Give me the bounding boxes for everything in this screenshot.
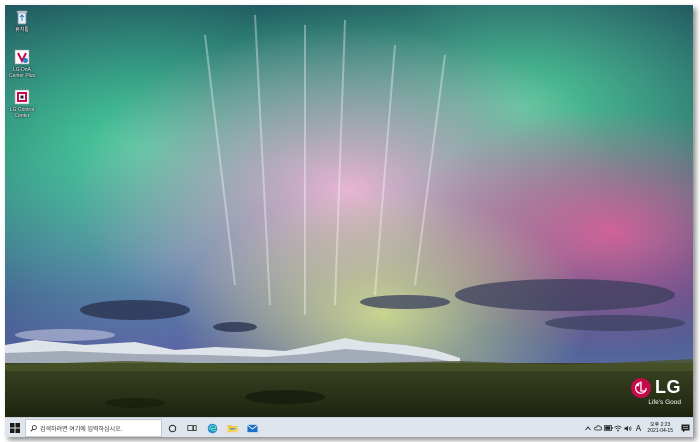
lg-tagline: Life's Good — [648, 399, 681, 406]
search-placeholder: 검색하려면 여기에 입력하십시오. — [40, 426, 123, 433]
desktop-icon-lg-control-center[interactable]: LG Control Center — [7, 89, 37, 119]
edge-button[interactable] — [202, 418, 222, 437]
search-icon — [30, 424, 37, 432]
desktop-icon-lg-dna-center-plus[interactable]: LG DnA Center Plus — [7, 49, 37, 79]
tray-battery-button[interactable] — [603, 421, 613, 435]
tray-network-button[interactable] — [613, 421, 623, 435]
desktop-icon-label: LG DnA Center Plus — [8, 67, 36, 79]
taskbar-clock[interactable]: 오후 2:23 2021-04-15 — [647, 422, 673, 434]
battery-icon — [604, 425, 613, 431]
speaker-icon — [624, 425, 632, 431]
desktop[interactable]: 휴지통 LG DnA Center Plus LG Control Center — [5, 5, 693, 417]
desktop-icon-label: LG Control Center — [9, 107, 35, 119]
clock-date: 2021-04-15 — [647, 428, 673, 434]
tray-overflow-button[interactable] — [583, 421, 593, 435]
system-tray: A 오후 2:23 2021-04-15 — [583, 418, 693, 437]
tray-volume-button[interactable] — [623, 421, 633, 435]
wifi-icon — [614, 425, 623, 431]
file-explorer-icon — [226, 425, 238, 433]
taskbar-search-box[interactable]: 검색하려면 여기에 입력하십시오. — [25, 419, 162, 437]
lg-logo-text: LG — [655, 377, 681, 397]
task-view-button[interactable] — [182, 418, 202, 437]
desktop-icon-label: 휴지통 — [15, 27, 29, 33]
lg-face-icon — [631, 377, 651, 398]
windows-icon — [10, 423, 20, 433]
mail-button[interactable] — [242, 418, 262, 437]
mail-icon — [246, 424, 258, 432]
screenshot-frame: 휴지통 LG DnA Center Plus LG Control Center — [5, 5, 693, 437]
recycle-bin-icon — [16, 10, 28, 25]
action-center-button[interactable] — [677, 418, 693, 437]
lg-dna-center-icon — [14, 49, 30, 65]
notification-icon — [681, 424, 689, 432]
cortana-icon — [168, 424, 176, 432]
taskbar: 검색하려면 여기에 입력하십시오. A 오후 2:23 2021-04-15 — [5, 417, 693, 437]
tray-onedrive-button[interactable] — [593, 421, 603, 435]
cloud-icon — [594, 425, 603, 431]
cortana-button[interactable] — [162, 418, 182, 437]
chevron-up-icon — [585, 425, 592, 430]
ime-indicator[interactable]: A — [633, 424, 643, 433]
file-explorer-button[interactable] — [222, 418, 242, 437]
aurora-wallpaper — [5, 5, 693, 417]
lg-logo: LG Life's Good — [631, 377, 681, 406]
lg-control-center-icon — [14, 89, 30, 105]
edge-icon — [207, 423, 217, 433]
desktop-icon-recycle-bin[interactable]: 휴지통 — [7, 9, 37, 33]
start-button[interactable] — [5, 418, 25, 437]
task-view-icon — [187, 424, 197, 431]
